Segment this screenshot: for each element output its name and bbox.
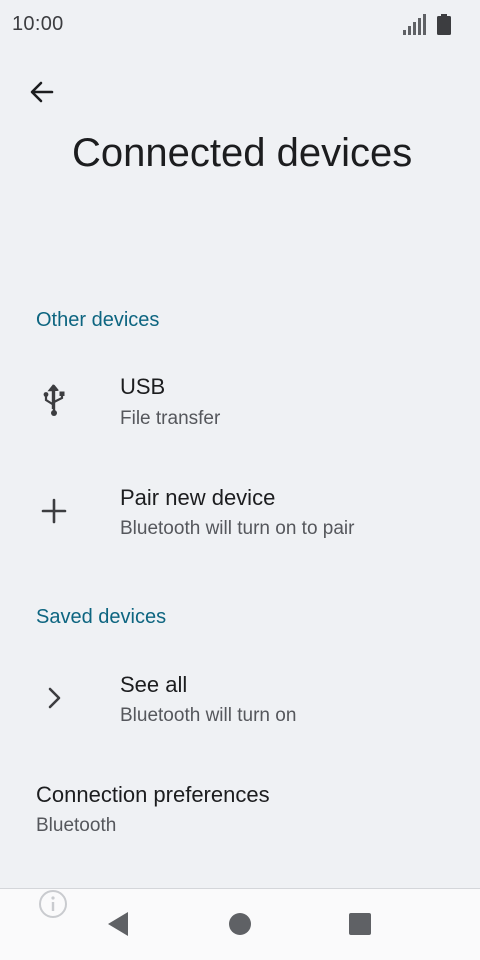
status-bar: 10:00 [0,0,480,50]
list-item-connection-preferences[interactable]: Connection preferences Bluetooth [0,758,480,858]
battery-icon [437,14,451,35]
connection-preferences-title: Connection preferences [36,782,270,807]
nav-back-button[interactable] [104,910,132,938]
see-all-subtitle: Bluetooth will turn on [120,705,297,726]
chevron-right-icon [30,674,78,722]
nav-home-button[interactable] [228,912,252,936]
usb-title: USB [120,374,166,399]
pair-title: Pair new device [120,485,276,510]
connection-preferences-subtitle: Bluetooth [36,815,117,836]
usb-subtitle: File transfer [120,408,221,429]
arrow-left-icon [30,81,54,103]
list-item-usb[interactable]: USB File transfer [0,350,480,450]
info-icon [39,890,67,918]
see-all-title: See all [120,672,188,697]
status-time: 10:00 [12,13,64,35]
page-title: Connected devices [72,131,413,175]
section-header-other-devices: Other devices [36,309,160,331]
nav-recents-button[interactable] [348,912,372,936]
plus-icon [30,487,78,535]
pair-subtitle: Bluetooth will turn on to pair [120,518,355,539]
usb-icon [30,377,78,425]
signal-icon [403,14,426,35]
back-button[interactable] [20,70,64,114]
list-item-pair-new-device[interactable]: Pair new device Bluetooth will turn on t… [0,460,480,560]
list-item-see-all[interactable]: See all Bluetooth will turn on [0,648,480,748]
section-header-saved-devices: Saved devices [36,606,167,628]
